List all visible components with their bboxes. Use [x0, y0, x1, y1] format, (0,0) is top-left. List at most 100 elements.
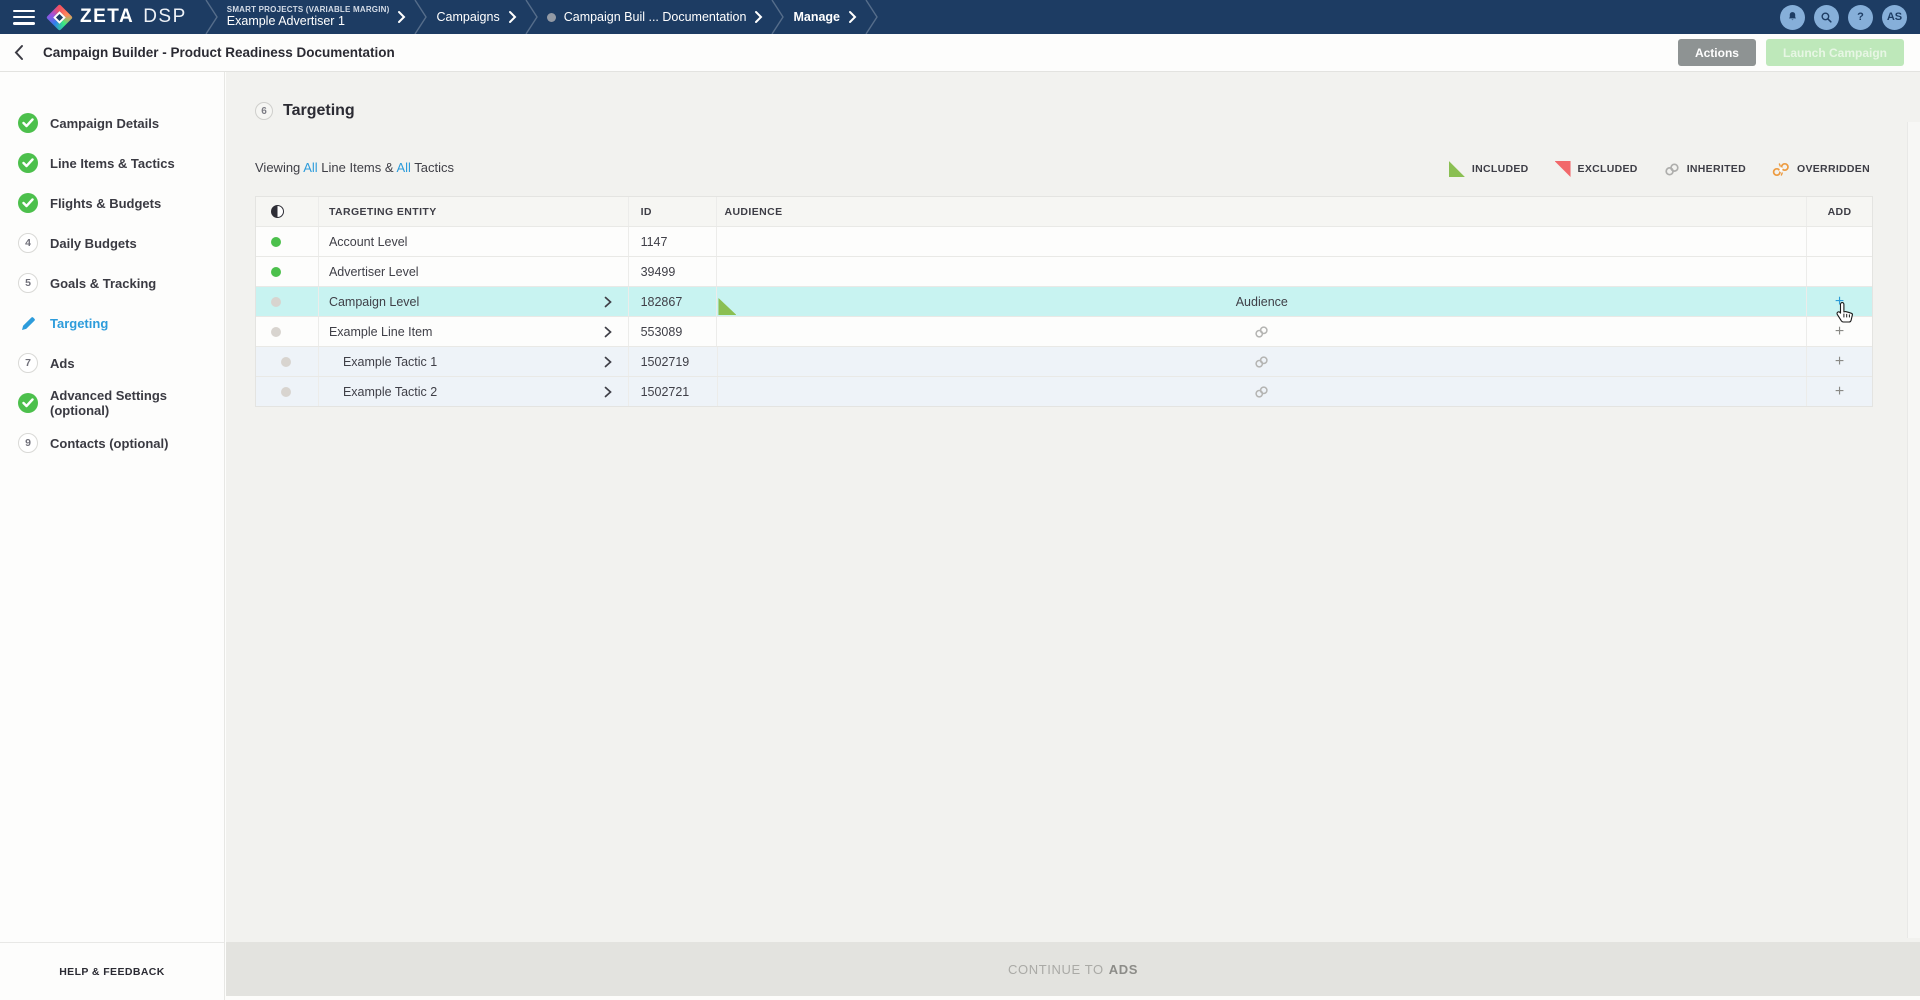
breadcrumb-campaign-doc[interactable]: Campaign Buil ... Documentation — [547, 10, 764, 24]
avatar-initials: AS — [1887, 11, 1902, 23]
actions-button[interactable]: Actions — [1678, 39, 1756, 66]
sidebar-item-daily-budgets[interactable]: 4 Daily Budgets — [0, 223, 224, 263]
continue-to-ads-button[interactable]: CONTINUE TO ADS — [226, 942, 1920, 996]
entity-id: 182867 — [641, 295, 683, 309]
question-mark-icon: ? — [1857, 11, 1864, 23]
breadcrumb-manage[interactable]: Manage — [793, 10, 857, 24]
bottom-strip — [226, 996, 1920, 1000]
viewing-filter: Viewing All Line Items & All Tactics — [255, 160, 454, 175]
status-dot-icon — [547, 13, 556, 22]
continue-target: ADS — [1109, 962, 1138, 977]
add-audience-button[interactable]: + — [1835, 294, 1844, 310]
step-number-icon: 5 — [18, 273, 38, 293]
table-row-advertiser-level[interactable]: Advertiser Level 39499 — [256, 256, 1872, 286]
sidebar-item-targeting[interactable]: Targeting — [0, 303, 224, 343]
help-feedback-button[interactable]: HELP & FEEDBACK — [0, 942, 224, 1000]
breadcrumb-advertiser[interactable]: SMART PROJECTS (VARIABLE MARGIN) Example… — [227, 5, 407, 29]
expand-chevron-icon[interactable] — [604, 326, 612, 338]
neutral-status-dot-icon — [281, 387, 291, 397]
breadcrumb-separator — [525, 0, 539, 34]
sidebar-item-label: Daily Budgets — [50, 236, 137, 251]
table-row-example-line-item[interactable]: Example Line Item 553089 + — [256, 316, 1872, 346]
breadcrumb-project-eyebrow: SMART PROJECTS (VARIABLE MARGIN) — [227, 5, 390, 14]
add-audience-button[interactable]: + — [1835, 384, 1844, 400]
expand-chevron-icon[interactable] — [604, 386, 612, 398]
sidebar-item-goals-tracking[interactable]: 5 Goals & Tracking — [0, 263, 224, 303]
neutral-status-dot-icon — [271, 327, 281, 337]
sidebar-item-campaign-details[interactable]: Campaign Details — [0, 103, 224, 143]
sidebar-item-label: Ads — [50, 356, 75, 371]
zeta-dsp-logo[interactable]: ZETA DSP — [50, 6, 187, 28]
sidebar-item-advanced-settings[interactable]: Advanced Settings (optional) — [0, 383, 224, 423]
breadcrumb-separator — [771, 0, 785, 34]
sidebar-item-flights-budgets[interactable]: Flights & Budgets — [0, 183, 224, 223]
chevron-right-icon[interactable] — [508, 10, 517, 24]
entity-id: 39499 — [641, 265, 676, 279]
breadcrumb: SMART PROJECTS (VARIABLE MARGIN) Example… — [205, 0, 879, 34]
table-row-example-tactic-1[interactable]: Example Tactic 1 1502719 + — [256, 346, 1872, 376]
sidebar-item-line-items-tactics[interactable]: Line Items & Tactics — [0, 143, 224, 183]
brand-zeta: ZETA — [80, 6, 134, 28]
check-circle-icon — [18, 193, 38, 213]
all-tactics-link[interactable]: All — [396, 160, 410, 175]
all-line-items-link[interactable]: All — [303, 160, 317, 175]
included-status-dot-icon — [271, 237, 281, 247]
sidebar-item-label: Goals & Tracking — [50, 276, 156, 291]
included-triangle-icon — [1449, 161, 1465, 177]
add-audience-button[interactable]: + — [1835, 354, 1844, 370]
chevron-right-icon[interactable] — [397, 10, 406, 24]
inherited-chain-icon — [1664, 162, 1680, 177]
sidebar-item-label: Targeting — [50, 316, 108, 331]
breadcrumb-manage-label: Manage — [793, 10, 840, 24]
table-row-account-level[interactable]: Account Level 1147 — [256, 226, 1872, 256]
inherited-chain-icon — [1254, 355, 1269, 369]
entity-id: 1147 — [641, 235, 668, 249]
user-avatar[interactable]: AS — [1882, 5, 1907, 30]
contrast-toggle-icon[interactable] — [271, 205, 284, 218]
overridden-chain-icon — [1772, 162, 1790, 177]
column-header-add: ADD — [1807, 197, 1872, 226]
excluded-triangle-icon — [1555, 161, 1571, 177]
table-row-example-tactic-2[interactable]: Example Tactic 2 1502721 + — [256, 376, 1872, 406]
sidebar-item-label: Contacts (optional) — [50, 436, 168, 451]
legend-excluded: EXCLUDED — [1555, 161, 1638, 177]
chevron-right-icon[interactable] — [754, 10, 763, 24]
notifications-button[interactable] — [1780, 5, 1805, 30]
add-audience-button[interactable]: + — [1835, 324, 1844, 340]
chevron-right-icon[interactable] — [848, 10, 857, 24]
breadcrumb-separator — [865, 0, 879, 34]
entity-label: Account Level — [329, 235, 408, 249]
breadcrumb-campaign-doc-label: Campaign Buil ... Documentation — [564, 10, 747, 24]
main-content: 6 Targeting Viewing All Line Items & All… — [226, 72, 1920, 1000]
breadcrumb-campaigns[interactable]: Campaigns — [436, 10, 516, 24]
vertical-scrollbar[interactable] — [1907, 122, 1920, 938]
back-button[interactable] — [14, 44, 24, 61]
search-button[interactable] — [1814, 5, 1839, 30]
hamburger-menu-icon[interactable] — [13, 10, 35, 25]
sidebar-item-label: Advanced Settings (optional) — [50, 388, 224, 418]
sidebar-item-label: Line Items & Tactics — [50, 156, 175, 171]
column-header-id: ID — [629, 197, 718, 226]
check-circle-icon — [18, 113, 38, 133]
step-number-icon: 4 — [18, 233, 38, 253]
help-button[interactable]: ? — [1848, 5, 1873, 30]
sidebar-item-contacts[interactable]: 9 Contacts (optional) — [0, 423, 224, 463]
table-row-campaign-level[interactable]: Campaign Level 182867 Audience + — [256, 286, 1872, 316]
brand-dsp: DSP — [143, 6, 187, 28]
chevron-left-icon — [14, 44, 24, 61]
launch-campaign-button[interactable]: Launch Campaign — [1766, 39, 1904, 66]
targeting-table: TARGETING ENTITY ID AUDIENCE ADD Account… — [255, 196, 1873, 407]
zeta-diamond-icon — [46, 4, 73, 31]
wizard-sidebar: Campaign Details Line Items & Tactics Fl… — [0, 72, 225, 1000]
sidebar-item-ads[interactable]: 7 Ads — [0, 343, 224, 383]
entity-id: 553089 — [641, 325, 683, 339]
legend-inherited: INHERITED — [1664, 162, 1746, 177]
sidebar-item-label: Flights & Budgets — [50, 196, 161, 211]
expand-chevron-icon[interactable] — [604, 356, 612, 368]
breadcrumb-separator — [205, 0, 219, 34]
column-header-targeting-entity: TARGETING ENTITY — [319, 197, 629, 226]
included-triangle-icon — [718, 298, 736, 315]
legend-included: INCLUDED — [1449, 161, 1529, 177]
expand-chevron-icon[interactable] — [604, 296, 612, 308]
search-icon — [1820, 11, 1833, 24]
